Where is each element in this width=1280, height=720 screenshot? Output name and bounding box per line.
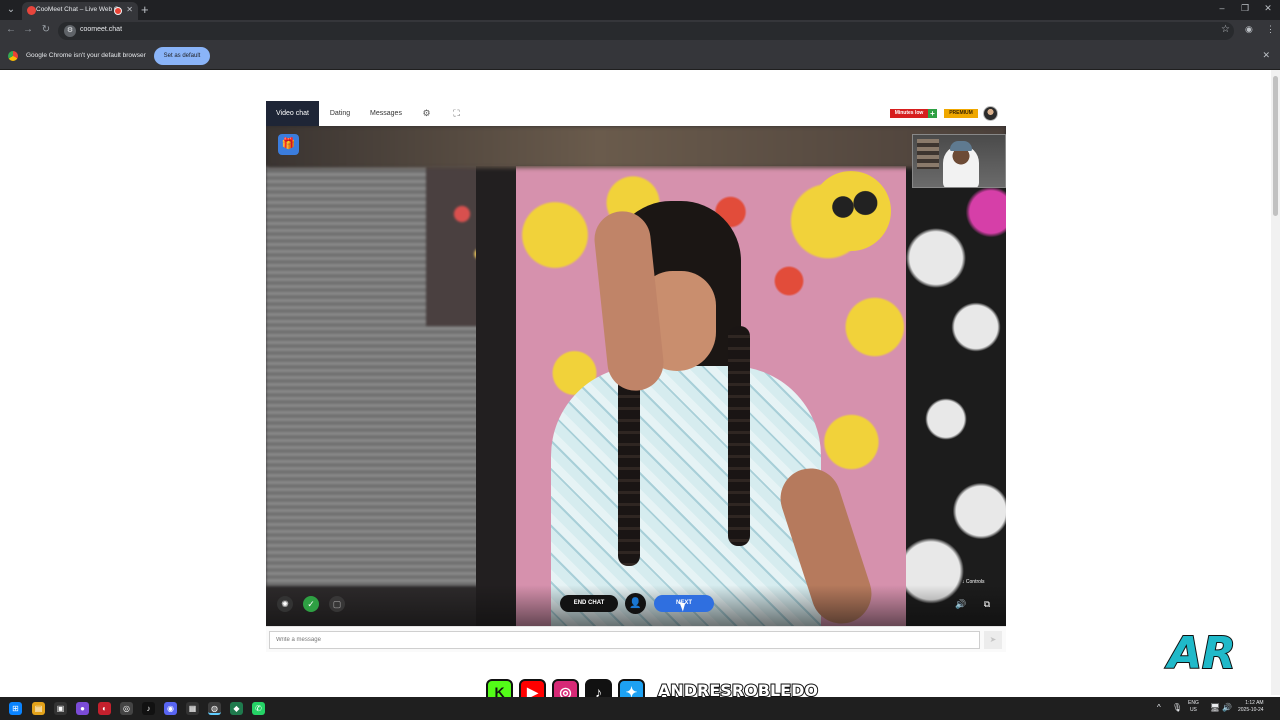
send-icon[interactable]: ➤ [984,631,1002,649]
reload-icon[interactable]: ↻ [39,24,53,35]
streamer-logo: AR [1167,627,1237,680]
self-cam-cap [950,141,972,151]
tab-video-chat[interactable]: Video chat [266,101,319,126]
bookmark-star-icon[interactable]: ☆ [1221,24,1230,35]
app-icon[interactable]: ◐ [98,702,111,715]
verified-check-icon[interactable]: ✓ [303,596,319,612]
tab-search-icon[interactable]: ⌄ [4,3,18,17]
partner-video: 🎁 ↓ Controls ✺ ✓ ▢ END CHAT 👤 NEXT 🔊 ⧉ [266,126,1006,626]
back-icon[interactable]: ← [4,24,18,35]
tab-close-icon[interactable]: ✕ [126,5,133,14]
fullscreen-icon[interactable]: ⛶ [451,108,462,119]
infobar-close-icon[interactable]: ✕ [1262,50,1270,61]
set-as-default-button[interactable]: Set as default [154,47,210,65]
app-nav: Video chat Dating Messages ⚙ ⛶ Minutes l… [266,101,1006,126]
app-icon[interactable]: ▣ [54,702,67,715]
language-indicator[interactable]: ENG US [1188,700,1199,714]
end-chat-button[interactable]: END CHAT [560,595,618,612]
minutes-low-badge[interactable]: Minutes low [890,109,928,118]
chrome-icon [8,51,18,61]
file-explorer-icon[interactable]: ▤ [32,702,45,715]
self-cam-background [917,139,939,169]
self-camera-preview[interactable] [912,134,1006,188]
add-minutes-button[interactable]: + [928,109,937,118]
page-scrollbar-thumb[interactable] [1273,76,1278,216]
app-icon[interactable]: ▦ [186,702,199,715]
picture-in-picture-icon[interactable]: ⧉ [979,596,995,612]
clock-time: 1:12 AM [1245,700,1264,706]
volume-icon[interactable]: 🔊 [953,596,969,612]
site-info-icon[interactable]: ⚙ [64,25,76,37]
network-icon[interactable]: 🖥 [1210,703,1220,712]
language-code: ENG [1188,700,1199,706]
video-chat-app: Video chat Dating Messages ⚙ ⛶ Minutes l… [266,101,1006,652]
chrome-taskbar-icon[interactable]: ◍ [208,702,221,715]
extensions-icon[interactable]: ◉ [1245,24,1253,35]
message-input[interactable] [269,631,980,649]
premium-badge[interactable]: PREMIUM [944,109,978,118]
effects-icon[interactable]: ✺ [277,596,293,612]
tray-chevron-icon[interactable]: ^ [1157,703,1161,712]
tab-messages[interactable]: Messages [366,101,406,126]
video-background-emoji [811,171,891,251]
url-text: coomeet.chat [80,26,123,33]
window-close-icon[interactable]: ✕ [1262,3,1274,14]
region-code: US [1189,707,1197,713]
browser-toolbar: ← → ↻ ⚙ coomeet.chat ☆ ◉ ⋮ [0,20,1280,42]
app-icon[interactable]: ◉ [164,702,177,715]
page-content: Video chat Dating Messages ⚙ ⛶ Minutes l… [0,70,1270,695]
infobar-message: Google Chrome isn't your default browser [26,52,146,59]
video-controls-bar: ✺ ✓ ▢ END CHAT 👤 NEXT 🔊 ⧉ [266,585,1006,626]
new-tab-button[interactable]: + [141,2,149,17]
self-cam-person [943,145,979,187]
recording-indicator-icon [114,7,122,15]
minimize-icon[interactable]: – [1216,3,1228,13]
clock-date: 2025-10-24 [1238,707,1264,713]
app-icon[interactable]: ● [76,702,89,715]
tab-dating[interactable]: Dating [324,101,356,126]
volume-tray-icon[interactable]: 🔊 [1222,703,1232,712]
browser-tab-bar: ⌄ CooMeet Chat – Live Web C ✕ + – ❐ ✕ [0,0,1280,20]
disabled-control-icon[interactable]: ▢ [329,596,345,612]
video-top-blur [266,126,1006,168]
tiktok-app-icon[interactable]: ♪ [142,702,155,715]
chrome-menu-icon[interactable]: ⋮ [1266,24,1275,35]
restore-icon[interactable]: ❐ [1239,3,1251,14]
site-favicon-icon [27,6,36,15]
gift-button[interactable]: 🎁 [278,134,299,155]
forward-icon[interactable]: → [21,24,35,35]
settings-gear-icon[interactable]: ⚙ [421,108,432,119]
windows-taskbar: ⊞ ▤ ▣ ● ◐ ◎ ♪ ◉ ▦ ◍ ◆ ✆ ^ 🎙 ENG US 🖥 🔊 1… [0,697,1280,720]
app-icon[interactable]: ◆ [230,702,243,715]
clock[interactable]: 1:12 AM 2025-10-24 [1238,700,1264,714]
start-icon[interactable]: ⊞ [9,702,22,715]
message-row: ➤ [266,626,1006,652]
address-bar[interactable]: ⚙ coomeet.chat ☆ [58,22,1234,40]
default-browser-infobar: Google Chrome isn't your default browser… [0,42,1280,70]
app-icon[interactable]: ◎ [120,702,133,715]
whatsapp-icon[interactable]: ✆ [252,702,265,715]
video-background-paw-blanket [906,166,1006,626]
profile-icon[interactable]: 👤 [625,593,646,614]
video-person-braid [728,326,750,546]
browser-tab[interactable]: CooMeet Chat – Live Web C ✕ [22,2,138,20]
microphone-icon[interactable]: 🎙 [1172,703,1182,712]
user-avatar[interactable] [983,106,998,121]
